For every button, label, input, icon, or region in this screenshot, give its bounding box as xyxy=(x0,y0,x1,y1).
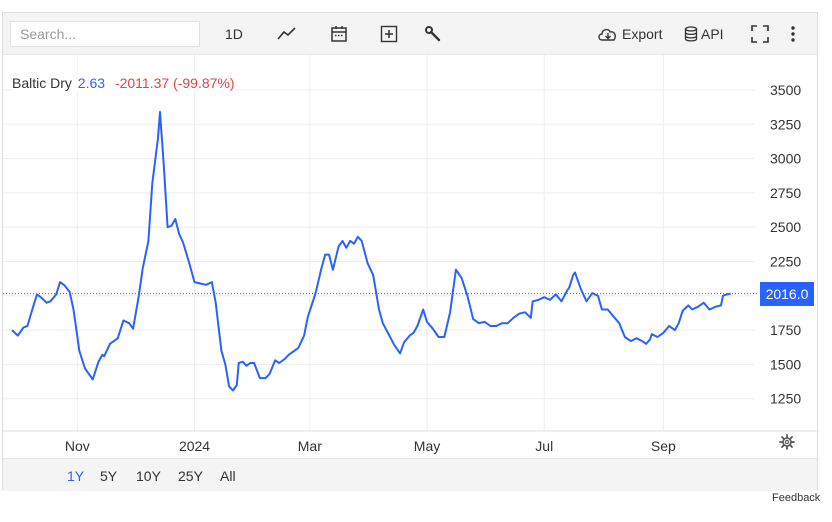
feedback-link[interactable]: Feedback xyxy=(772,492,820,504)
settings-gear-icon[interactable] xyxy=(779,434,795,450)
cloud-download-icon xyxy=(598,28,616,41)
more-vertical-icon xyxy=(791,26,795,42)
price-chart[interactable]: 1250 1500 1750 2250 2500 2750 3000 3250 3500 Nov 2… xyxy=(3,55,817,458)
y-tick-label: 2250 xyxy=(770,254,801,270)
x-tick-label: Nov xyxy=(65,438,90,454)
y-tick-label: 1250 xyxy=(770,391,801,407)
y-tick-label: 3000 xyxy=(770,151,801,167)
database-icon xyxy=(684,26,698,42)
indicators-button[interactable] xyxy=(424,22,442,46)
fullscreen-icon xyxy=(751,25,769,43)
legend: Baltic Dry 2.63 -2011.37 (-99.87%) xyxy=(12,75,235,91)
range-button-all[interactable]: All xyxy=(220,468,236,484)
interval-label: 1D xyxy=(225,26,243,42)
search-input[interactable] xyxy=(10,21,200,47)
range-button-1y[interactable]: 1Y xyxy=(67,468,84,484)
series-line xyxy=(11,111,731,392)
legend-symbol-name: Baltic Dry xyxy=(12,75,72,91)
legend-last-value: 2.63 xyxy=(77,75,106,91)
fullscreen-button[interactable] xyxy=(751,22,769,46)
api-button[interactable]: API xyxy=(684,22,724,46)
y-tick-label: 2750 xyxy=(770,185,801,201)
legend-change: -2011.37 (-99.87%) xyxy=(114,75,235,91)
api-label: API xyxy=(701,26,724,42)
chart-toolbar: 1D xyxy=(3,13,817,55)
y-tick-label: 1500 xyxy=(770,356,801,372)
date-range-button[interactable] xyxy=(330,22,348,46)
range-button-10y[interactable]: 10Y xyxy=(136,468,161,484)
export-button[interactable]: Export xyxy=(597,22,662,46)
calendar-icon xyxy=(331,26,347,42)
chart-widget: 1D xyxy=(2,12,818,491)
y-tick-label: 3250 xyxy=(770,116,801,132)
more-menu-button[interactable] xyxy=(790,22,796,46)
x-tick-label: Jul xyxy=(535,438,553,454)
plus-box-icon xyxy=(380,25,398,43)
x-tick-label: 2024 xyxy=(179,438,210,454)
line-chart-icon xyxy=(277,27,296,40)
x-tick-label: May xyxy=(414,438,440,454)
range-selector: 1Y 5Y 10Y 25Y All xyxy=(3,458,817,491)
y-tick-label: 2500 xyxy=(770,219,801,235)
range-button-25y[interactable]: 25Y xyxy=(178,468,203,484)
chart-type-button[interactable] xyxy=(276,22,298,46)
range-button-5y[interactable]: 5Y xyxy=(100,468,117,484)
export-label: Export xyxy=(622,26,663,42)
y-tick-label: 3500 xyxy=(770,82,801,98)
interval-button[interactable]: 1D xyxy=(225,22,243,46)
compare-button[interactable] xyxy=(380,22,398,46)
chart-area[interactable]: 1250 1500 1750 2250 2500 2750 3000 3250 3500 Nov 2… xyxy=(3,55,817,458)
x-tick-label: Sep xyxy=(651,438,676,454)
wrench-icon xyxy=(425,26,441,42)
y-tick-label: 1750 xyxy=(770,322,801,338)
x-tick-label: Mar xyxy=(298,438,322,454)
last-price-tag: 2016.0 xyxy=(760,281,814,306)
